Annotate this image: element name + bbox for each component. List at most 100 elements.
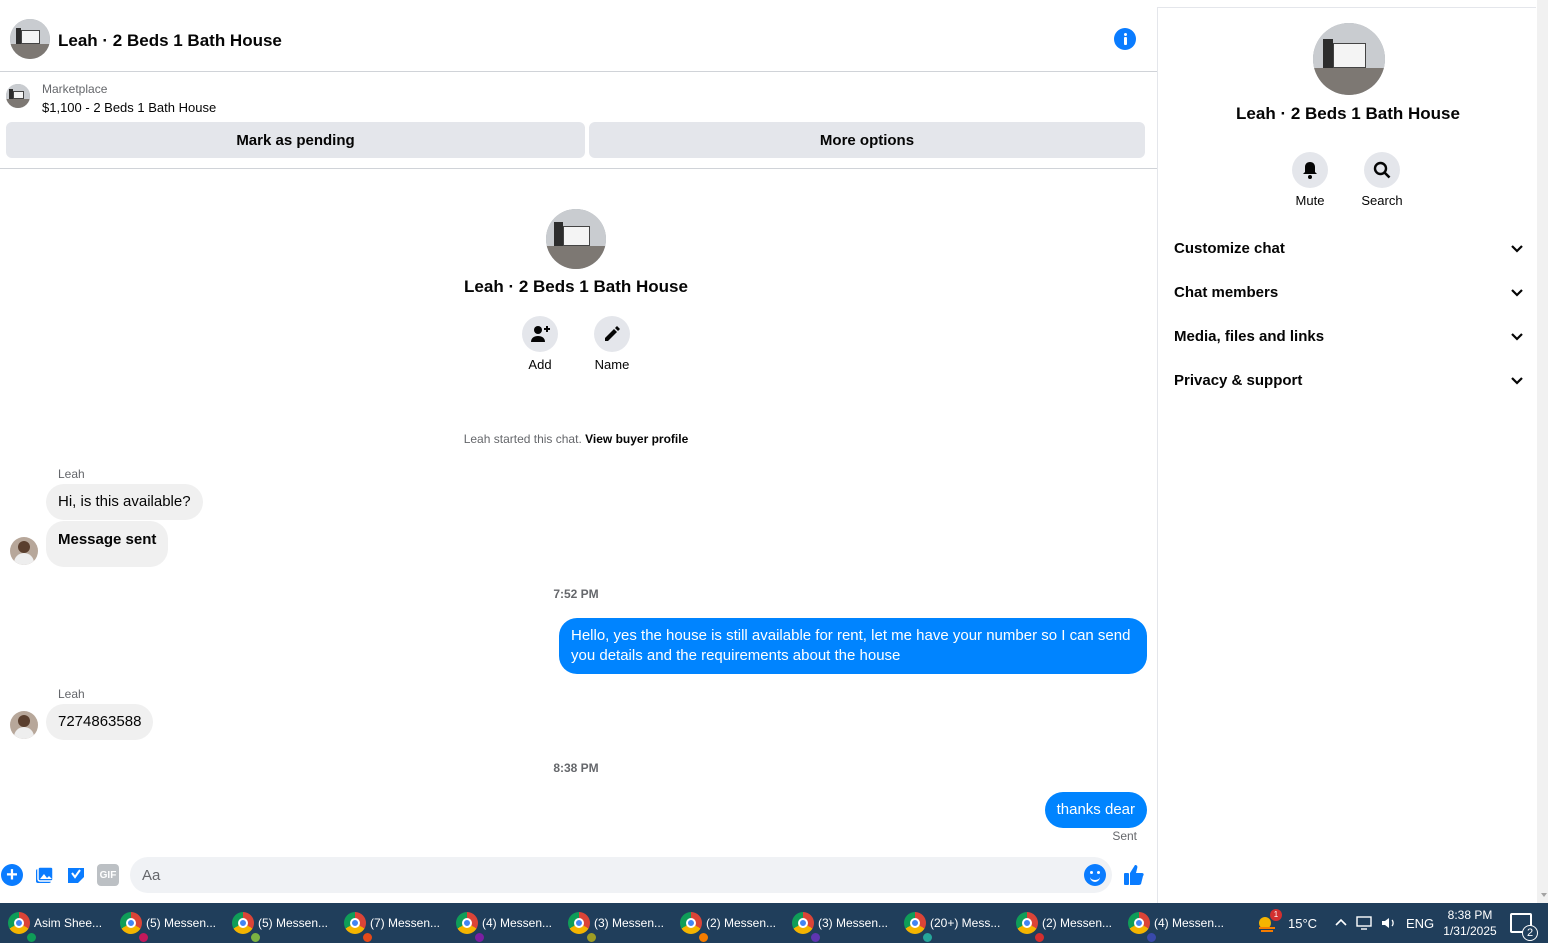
weather-badge: 1 [1270,909,1282,921]
marketplace-label: Marketplace [42,82,108,96]
chat-info-panel: Leah · 2 Beds 1 Bath House Mute Search C… [1157,8,1537,903]
chat-header: Leah · 2 Beds 1 Bath House [0,8,1157,72]
clock-time: 8:38 PM [1447,908,1493,922]
gif-icon[interactable]: GIF [97,864,119,886]
taskbar-item[interactable]: (2) Messen... [672,903,782,943]
media-files-links-section[interactable]: Media, files and links [1174,316,1524,356]
sender-name: Leah [58,467,85,481]
listing-thumbnail[interactable] [6,84,30,108]
timestamp: 7:52 PM [553,587,599,601]
info-icon[interactable] [1114,28,1136,50]
chevron-down-icon [1511,245,1523,253]
marketplace-bar: Marketplace $1,100 - 2 Beds 1 Bath House… [0,72,1157,169]
chrome-icon [680,912,709,943]
message-bubble[interactable]: 7274863588 [46,704,154,740]
message-bubble-outgoing[interactable]: thanks dear [1044,792,1147,828]
chrome-icon [8,912,37,943]
panel-title: Leah · 2 Beds 1 Bath House [1236,104,1460,123]
message-bubble[interactable]: Message sent [46,521,169,567]
chevron-up-icon [1335,918,1347,926]
sender-avatar[interactable] [10,711,38,739]
taskbar-item[interactable]: (4) Messen... [448,903,558,943]
started-text: Leah started this chat. [463,432,582,446]
messenger-window: Leah · 2 Beds 1 Bath House Marketplace $… [0,0,1548,943]
add-people-button[interactable] [522,316,558,352]
image-icon[interactable] [33,864,55,886]
chat-pane: Leah · 2 Beds 1 Bath House Marketplace $… [0,0,1157,903]
intro-avatar [546,209,606,269]
taskbar-item[interactable]: Asim Shee... [0,903,110,943]
chrome-icon [344,912,373,943]
sticker-shape-icon [68,868,84,883]
windows-taskbar: Asim Shee... (5) Messen... (5) Messen...… [0,903,1548,943]
weather-widget[interactable]: 1 15°C [1256,903,1317,943]
section-label: Media, files and links [1174,327,1325,345]
network-icon [1356,916,1372,930]
notification-count: 2 [1522,925,1538,941]
name-label: Name [594,357,630,372]
mute-label: Mute [1295,193,1325,208]
privacy-support-section[interactable]: Privacy & support [1174,360,1524,400]
message-status: Sent [1112,829,1137,843]
sender-name: Leah [58,687,85,701]
message-input[interactable] [130,857,1112,893]
search-label: Search [1361,193,1403,208]
bell-icon [1303,162,1317,179]
taskbar-item[interactable]: (3) Messen... [784,903,894,943]
search-icon [1373,161,1391,179]
taskbar-item[interactable]: (3) Messen... [560,903,670,943]
chrome-icon [1128,912,1157,943]
chrome-icon [120,912,149,943]
photo-icon [36,866,54,883]
clock[interactable]: 8:38 PM 1/31/2025 [1436,907,1504,939]
search-button[interactable] [1364,152,1400,188]
chevron-down-icon [1511,289,1523,297]
message-bubble[interactable]: Hi, is this available? [46,484,203,520]
taskbar-item[interactable]: (7) Messen... [336,903,446,943]
taskbar-item[interactable]: (5) Messen... [112,903,222,943]
chrome-icon [792,912,821,943]
view-buyer-profile-link[interactable]: View buyer profile [585,432,688,446]
chevron-down-icon [1511,333,1523,341]
intro-title: Leah · 2 Beds 1 Bath House [464,277,688,296]
chevron-down-icon [1511,377,1523,385]
plus-icon[interactable]: + [1,864,23,886]
more-options-button[interactable]: More options [589,122,1145,158]
mute-button[interactable] [1292,152,1328,188]
system-tray[interactable] [1334,903,1398,943]
clock-date: 1/31/2025 [1443,924,1497,938]
message-composer: + GIF [0,852,1157,896]
taskbar-item[interactable]: (4) Messen... [1120,903,1230,943]
customize-chat-section[interactable]: Customize chat [1174,228,1524,268]
chat-avatar[interactable] [10,19,50,59]
temperature: 15°C [1288,915,1318,931]
section-label: Privacy & support [1174,371,1303,389]
edit-name-button[interactable] [594,316,630,352]
pencil-icon [605,326,620,341]
taskbar-item[interactable]: (20+) Mess... [896,903,1006,943]
scroll-down-arrow-icon[interactable] [1541,893,1547,897]
emoji-icon[interactable] [1084,864,1106,886]
section-label: Customize chat [1174,239,1285,257]
chat-started-notice: Leah started this chat. View buyer profi… [0,432,1152,446]
chat-members-section[interactable]: Chat members [1174,272,1524,312]
sticker-icon[interactable] [65,864,87,886]
chat-title[interactable]: Leah · 2 Beds 1 Bath House [58,31,282,51]
input-language[interactable]: ENG [1406,903,1434,943]
add-label: Add [528,357,552,372]
listing-title[interactable]: $1,100 - 2 Beds 1 Bath House [42,100,216,115]
message-bubble-outgoing[interactable]: Hello, yes the house is still available … [559,618,1147,674]
mark-as-pending-button[interactable]: Mark as pending [6,122,585,158]
taskbar-item[interactable]: (5) Messen... [224,903,334,943]
chrome-icon [1016,912,1045,943]
section-label: Chat members [1174,283,1279,301]
page-scrollbar[interactable] [1537,0,1548,903]
sender-avatar[interactable] [10,537,38,565]
add-person-icon [531,326,550,342]
chrome-icon [904,912,933,943]
timestamp: 8:38 PM [553,761,599,775]
panel-avatar[interactable] [1313,23,1385,95]
taskbar-item[interactable]: (2) Messen... [1008,903,1118,943]
chrome-icon [456,912,485,943]
thumbs-up-icon[interactable] [1123,864,1145,886]
